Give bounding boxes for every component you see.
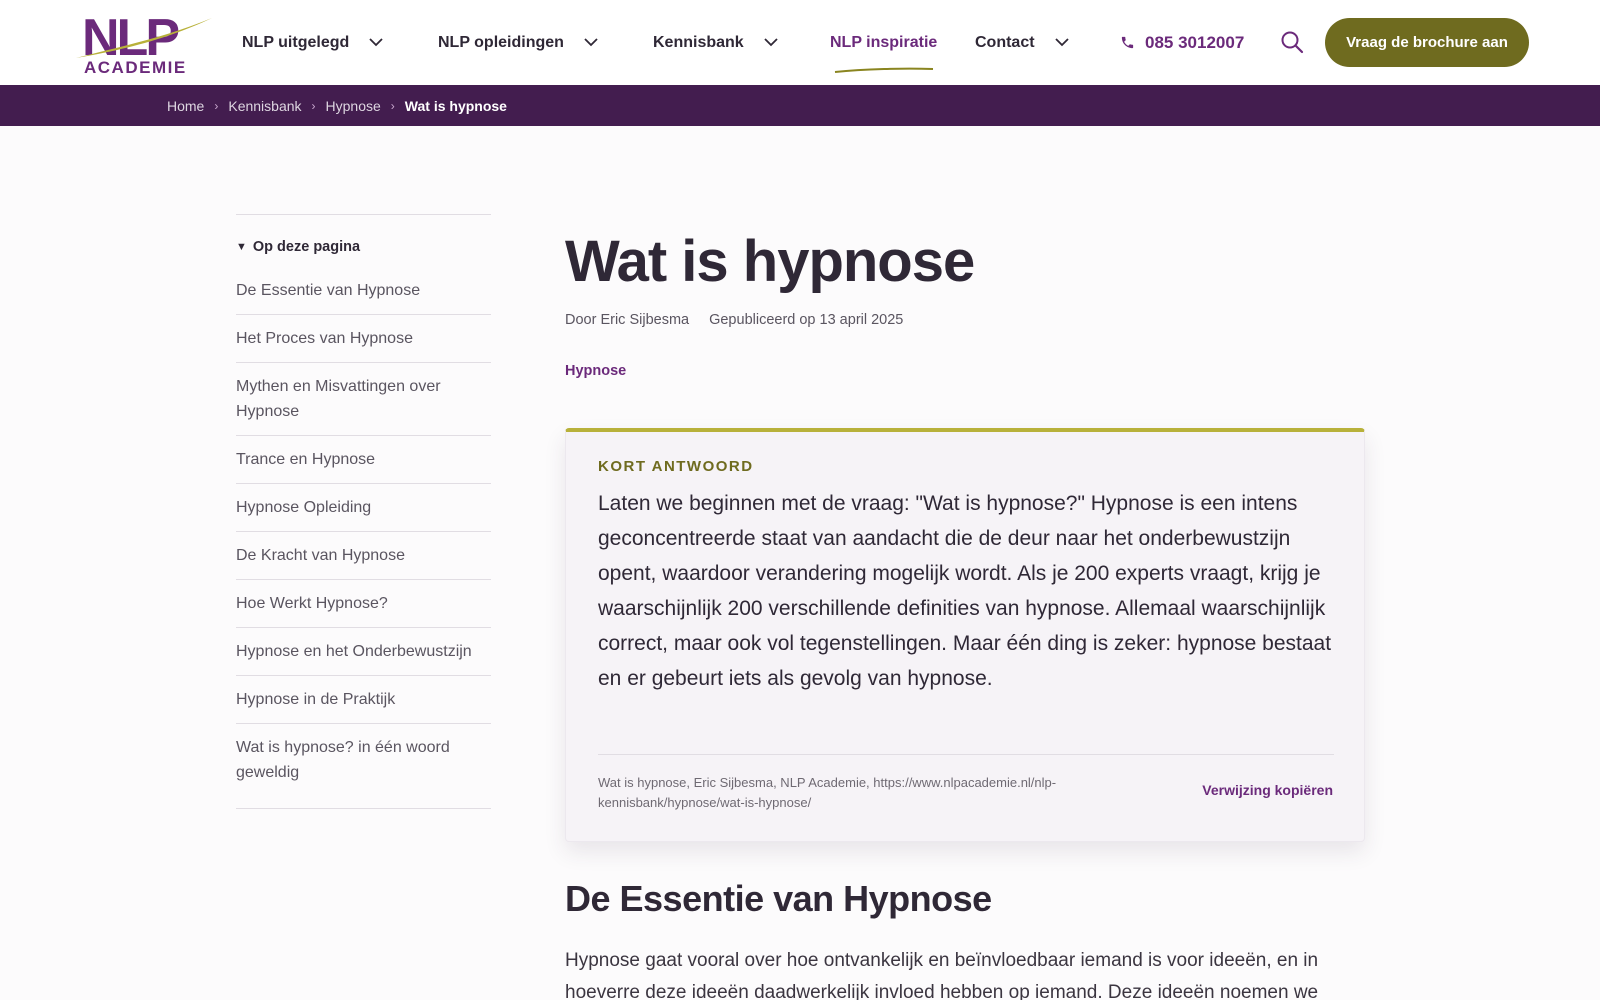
toc-item[interactable]: Trance en Hypnose: [236, 436, 491, 484]
breadcrumb-separator-icon: ›: [311, 98, 316, 113]
short-answer-box: KORT ANTWOORD Laten we beginnen met de v…: [565, 428, 1365, 842]
breadcrumb-kennisbank[interactable]: Kennisbank: [228, 98, 301, 114]
toc-toggle[interactable]: ▼ Op deze pagina: [236, 215, 491, 278]
breadcrumb-separator-icon: ›: [214, 98, 219, 113]
phone-number: 085 3012007: [1145, 32, 1245, 52]
toc-item[interactable]: Hypnose Opleiding: [236, 484, 491, 532]
nav-label: NLP uitgelegd: [242, 33, 350, 51]
divider: [598, 754, 1334, 755]
breadcrumb-hypnose[interactable]: Hypnose: [326, 98, 381, 114]
article-published-date: Gepubliceerd op 13 april 2025: [709, 312, 904, 328]
nav-label: NLP opleidingen: [438, 33, 564, 51]
brochure-button[interactable]: Vraag de brochure aan: [1325, 18, 1529, 67]
breadcrumb-home[interactable]: Home: [167, 98, 204, 114]
toc-heading: Op deze pagina: [252, 238, 361, 255]
nav-nlp-opleidingen[interactable]: NLP opleidingen: [438, 0, 598, 85]
chevron-down-icon: [1054, 38, 1069, 47]
nav-nlp-uitgelegd[interactable]: NLP uitgelegd: [242, 0, 383, 85]
logo-swoosh-icon: [76, 18, 212, 58]
breadcrumb: Home › Kennisbank › Hypnose › Wat is hyp…: [167, 85, 507, 126]
table-of-contents: ▼ Op deze pagina De Essentie van Hypnose…: [236, 214, 491, 809]
toc-item[interactable]: Het Proces van Hypnose: [236, 315, 491, 363]
category-tag[interactable]: Hypnose: [565, 363, 626, 379]
page-title: Wat is hypnose: [565, 229, 975, 294]
breadcrumb-bar: Home › Kennisbank › Hypnose › Wat is hyp…: [0, 85, 1600, 126]
toc-item[interactable]: Wat is hypnose? in één woord geweldig: [236, 724, 491, 796]
toc-item[interactable]: Hoe Werkt Hypnose?: [236, 580, 491, 628]
toc-list: De Essentie van Hypnose Het Proces van H…: [236, 278, 491, 796]
nav-label: NLP inspiratie: [830, 33, 938, 51]
copy-reference-button[interactable]: Verwijzing kopiëren: [1202, 782, 1333, 798]
toc-item[interactable]: Mythen en Misvattingen over Hypnose: [236, 363, 491, 436]
toc-item[interactable]: Hypnose en het Onderbewustzijn: [236, 628, 491, 676]
active-nav-underline: [834, 67, 934, 73]
nav-label: Kennisbank: [653, 33, 744, 51]
toc-item[interactable]: De Essentie van Hypnose: [236, 278, 491, 315]
site-header: NLP ACADEMIE NLP uitgelegd NLP opleiding…: [0, 0, 1600, 85]
nav-label: Contact: [975, 33, 1035, 51]
toc-item[interactable]: Hypnose in de Praktijk: [236, 676, 491, 724]
nav-contact[interactable]: Contact: [975, 0, 1069, 85]
search-icon: [1281, 31, 1304, 54]
nlp-academie-logo[interactable]: NLP ACADEMIE: [74, 8, 214, 78]
chevron-down-icon: [369, 38, 383, 47]
short-answer-text: Laten we beginnen met de vraag: "Wat is …: [598, 492, 1332, 690]
section-paragraph: Hypnose gaat vooral over hoe ontvankelij…: [565, 950, 1319, 1000]
breadcrumb-current: Wat is hypnose: [404, 97, 507, 114]
short-answer-label: KORT ANTWOORD: [598, 458, 754, 475]
chevron-down-icon: [584, 38, 598, 47]
phone-icon: [1120, 35, 1135, 50]
search-button[interactable]: [1280, 30, 1304, 54]
triangle-down-icon: ▼: [236, 240, 247, 253]
phone-link[interactable]: 085 3012007: [1120, 0, 1244, 85]
chevron-down-icon: [764, 38, 778, 47]
citation-text: Wat is hypnose, Eric Sijbesma, NLP Acade…: [598, 775, 1057, 810]
toc-item[interactable]: De Kracht van Hypnose: [236, 532, 491, 580]
logo-subtitle: ACADEMIE: [84, 58, 187, 77]
article-author: Door Eric Sijbesma: [565, 312, 690, 328]
breadcrumb-separator-icon: ›: [390, 98, 395, 113]
nav-kennisbank[interactable]: Kennisbank: [653, 0, 778, 85]
section-heading: De Essentie van Hypnose: [565, 878, 992, 919]
article-meta: Door Eric Sijbesma Gepubliceerd op 13 ap…: [565, 312, 903, 328]
